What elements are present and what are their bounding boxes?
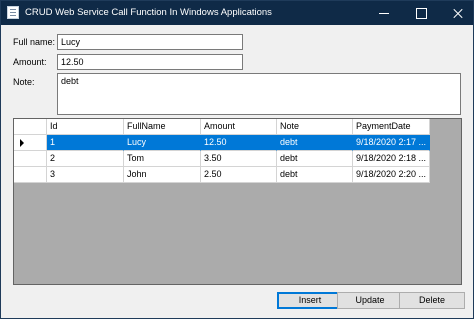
cell-amount[interactable]: 12.50 xyxy=(201,135,277,151)
column-header-paymentdate[interactable]: PaymentDate xyxy=(353,119,430,135)
cell-note[interactable]: debt xyxy=(277,167,353,183)
cell-fullname[interactable]: Tom xyxy=(124,151,201,167)
row-header[interactable] xyxy=(14,167,47,183)
column-header-fullname[interactable]: FullName xyxy=(124,119,201,135)
update-button[interactable]: Update xyxy=(337,292,403,309)
app-window: CRUD Web Service Call Function In Window… xyxy=(0,0,474,319)
window-title: CRUD Web Service Call Function In Window… xyxy=(25,7,272,18)
cell-paymentdate[interactable]: 9/18/2020 2:20 ... xyxy=(353,167,430,183)
column-header-id[interactable]: Id xyxy=(47,119,124,135)
amount-label: Amount: xyxy=(13,57,47,67)
fullname-label: Full name: xyxy=(13,37,56,47)
row-header[interactable] xyxy=(14,151,47,167)
insert-button[interactable]: Insert xyxy=(277,292,343,309)
cell-paymentdate[interactable]: 9/18/2020 2:18 ... xyxy=(353,151,430,167)
app-icon xyxy=(7,6,19,19)
delete-button[interactable]: Delete xyxy=(399,292,465,309)
column-header-note[interactable]: Note xyxy=(277,119,353,135)
close-icon[interactable] xyxy=(441,1,474,25)
cell-paymentdate[interactable]: 9/18/2020 2:17 ... xyxy=(353,135,430,151)
row-header[interactable] xyxy=(14,135,47,151)
minimize-icon[interactable] xyxy=(367,1,401,25)
note-field[interactable]: debt xyxy=(57,73,461,115)
cell-amount[interactable]: 3.50 xyxy=(201,151,277,167)
fullname-field[interactable]: Lucy xyxy=(57,34,243,50)
grid-corner[interactable] xyxy=(14,119,47,135)
current-row-arrow-icon xyxy=(20,139,24,147)
cell-id[interactable]: 3 xyxy=(47,167,124,183)
cell-fullname[interactable]: Lucy xyxy=(124,135,201,151)
cell-note[interactable]: debt xyxy=(277,151,353,167)
maximize-icon[interactable] xyxy=(404,1,438,25)
column-header-amount[interactable]: Amount xyxy=(201,119,277,135)
payments-grid[interactable]: Id FullName Amount Note PaymentDate 1 Lu… xyxy=(13,118,462,285)
cell-fullname[interactable]: John xyxy=(124,167,201,183)
cell-note[interactable]: debt xyxy=(277,135,353,151)
amount-field[interactable]: 12.50 xyxy=(57,54,243,70)
note-label: Note: xyxy=(13,77,35,87)
cell-id[interactable]: 1 xyxy=(47,135,124,151)
cell-amount[interactable]: 2.50 xyxy=(201,167,277,183)
title-bar[interactable]: CRUD Web Service Call Function In Window… xyxy=(1,1,473,25)
cell-id[interactable]: 2 xyxy=(47,151,124,167)
